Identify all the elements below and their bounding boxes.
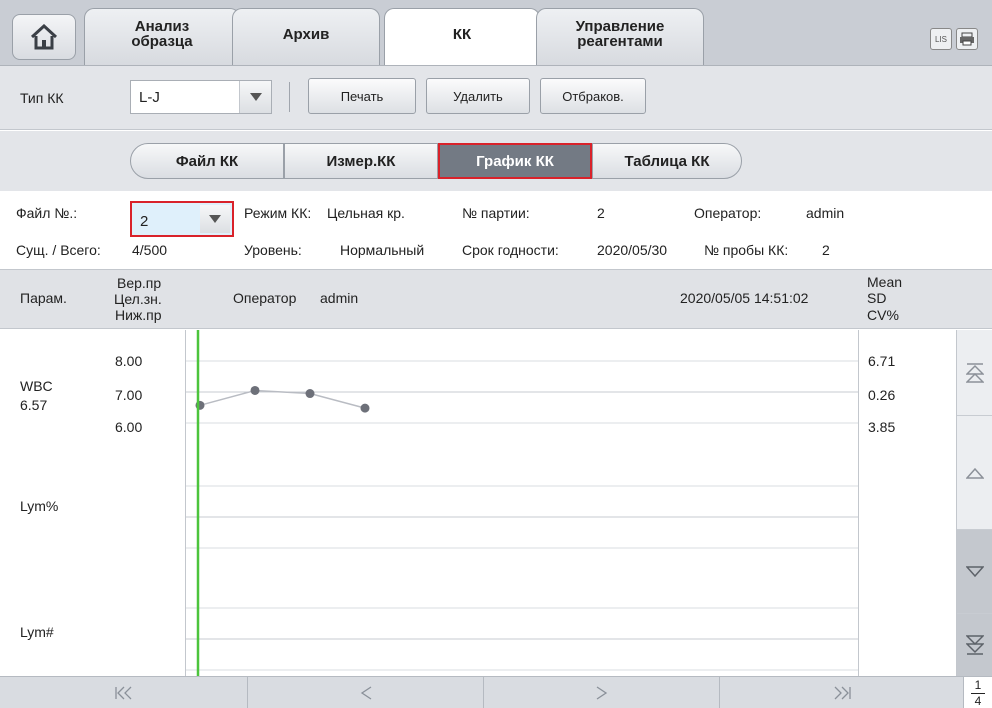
top-tab-bar: Анализ образца Архив КК Управление реагент… bbox=[0, 0, 992, 66]
next-page-icon bbox=[596, 686, 607, 700]
param-value-wbc: 6.57 bbox=[20, 397, 48, 413]
tab-label-2: Архив bbox=[282, 26, 330, 43]
data-point bbox=[305, 389, 315, 399]
prev-page-icon bbox=[360, 686, 371, 700]
mean-wbc: 6.71 bbox=[868, 353, 896, 369]
count-label: Сущ. / Всего: bbox=[16, 242, 101, 258]
tab-qc-graph[interactable]: График КК bbox=[438, 143, 592, 179]
page-total: 4 bbox=[974, 694, 982, 708]
vertical-scroll bbox=[956, 330, 992, 676]
param-name-lym-abs: Lym# bbox=[20, 624, 54, 640]
printer-icon[interactable] bbox=[956, 28, 978, 50]
delete-button[interactable]: Удалить bbox=[426, 78, 530, 114]
target-wbc: 7.00 bbox=[115, 387, 143, 403]
col-mean: Mean bbox=[867, 274, 903, 290]
col-target: Цел.зн. bbox=[114, 291, 162, 307]
expiry-value: 2020/05/30 bbox=[597, 242, 668, 258]
chart-table-header: Парам. Вер.пр Цел.зн. Ниж.пр Оператор ad… bbox=[0, 269, 992, 329]
expiry-label: Срок годности: bbox=[462, 242, 559, 258]
col-lower: Ниж.пр bbox=[115, 307, 162, 323]
scroll-up-button[interactable] bbox=[957, 416, 992, 530]
qc-type-value: L-J bbox=[139, 89, 160, 106]
prev-page-button[interactable] bbox=[248, 677, 484, 708]
bottom-navigation: 1 4 bbox=[0, 676, 992, 708]
cv-wbc: 3.85 bbox=[868, 419, 896, 435]
param-column: WBC 6.57 8.00 7.00 6.00 Lym% Lym# bbox=[0, 330, 186, 676]
tab-qc[interactable]: КК bbox=[384, 8, 540, 65]
level-label: Уровень: bbox=[244, 242, 302, 258]
file-no-label: Файл №.: bbox=[16, 205, 78, 221]
sample-label: № пробы КК: bbox=[704, 242, 789, 258]
divider bbox=[289, 82, 290, 112]
tab-reagent-management[interactable]: Управление реагентами bbox=[536, 8, 704, 65]
print-button[interactable]: Печать bbox=[308, 78, 416, 114]
mode-label: Режим КК: bbox=[244, 205, 312, 221]
col-operator-label: Оператор bbox=[233, 290, 297, 306]
stats-column: 6.71 0.26 3.85 bbox=[858, 330, 956, 676]
next-page-button[interactable] bbox=[484, 677, 720, 708]
qc-type-label: Тип КК bbox=[20, 90, 64, 106]
scroll-up-icon bbox=[966, 467, 984, 479]
tab-label-3: КК bbox=[452, 26, 472, 43]
col-operator-value: admin bbox=[320, 290, 359, 306]
tab-label-4b: реагентами bbox=[577, 33, 663, 50]
tab-archive[interactable]: Архив bbox=[232, 8, 380, 65]
qc-chart-area: WBC 6.57 8.00 7.00 6.00 Lym% Lym# 6.71 0… bbox=[0, 330, 992, 676]
data-point bbox=[250, 385, 260, 395]
data-point bbox=[360, 403, 370, 413]
qc-file-info: Файл №.: 2 Режим КК: Цельная кр. № парти… bbox=[0, 191, 992, 269]
operator-value: admin bbox=[806, 205, 845, 221]
count-value: 4/500 bbox=[132, 242, 168, 258]
lot-label: № партии: bbox=[462, 205, 530, 221]
sample-value: 2 bbox=[822, 242, 830, 258]
tab-sample-analysis[interactable]: Анализ образца bbox=[84, 8, 240, 65]
col-cv: CV% bbox=[867, 307, 899, 323]
page-indicator: 1 4 bbox=[964, 677, 992, 708]
qc-type-select[interactable]: L-J bbox=[130, 80, 272, 114]
level-value: Нормальный bbox=[340, 242, 425, 258]
last-page-icon bbox=[834, 686, 851, 700]
lower-limit-wbc: 6.00 bbox=[115, 419, 143, 435]
col-param: Парам. bbox=[20, 290, 67, 306]
scroll-top-button[interactable] bbox=[957, 330, 992, 416]
upper-limit-wbc: 8.00 bbox=[115, 353, 143, 369]
last-page-button[interactable] bbox=[720, 677, 964, 708]
mode-value: Цельная кр. bbox=[327, 205, 405, 221]
home-button[interactable] bbox=[12, 14, 76, 60]
lj-plot bbox=[186, 330, 858, 676]
param-name-lym-pct: Lym% bbox=[20, 498, 59, 514]
lis-icon[interactable]: LIS bbox=[930, 28, 952, 50]
operator-label: Оператор: bbox=[694, 205, 762, 221]
file-no-value: 2 bbox=[140, 213, 149, 230]
first-page-icon bbox=[114, 686, 131, 700]
tab-qc-measure[interactable]: Измер.КК bbox=[284, 143, 438, 179]
col-sd: SD bbox=[867, 290, 887, 306]
col-datetime: 2020/05/05 14:51:02 bbox=[680, 290, 809, 306]
tab-qc-file[interactable]: Файл КК bbox=[130, 143, 284, 179]
scroll-to-top-icon bbox=[966, 362, 984, 383]
first-page-button[interactable] bbox=[0, 677, 248, 708]
tab-label-4a: Управление bbox=[575, 18, 665, 35]
reject-button[interactable]: Отбраков. bbox=[540, 78, 646, 114]
lis-icon-label: LIS bbox=[934, 34, 947, 44]
tab-label-1a: Анализ bbox=[134, 18, 190, 35]
tab-label-1b: образца bbox=[131, 33, 193, 50]
qc-subtabs: Файл КК Измер.КК График КК Таблица КК bbox=[0, 131, 992, 191]
qc-toolbar: Тип КК L-J Печать Удалить Отбраков. bbox=[0, 66, 992, 130]
tab-qc-table[interactable]: Таблица КК bbox=[592, 143, 742, 179]
series-line-wbc bbox=[199, 389, 366, 409]
chevron-down-icon[interactable] bbox=[200, 205, 230, 233]
scroll-down-button[interactable] bbox=[957, 530, 992, 614]
param-name-wbc: WBC bbox=[20, 378, 53, 394]
page-current: 1 bbox=[974, 678, 982, 692]
file-no-select[interactable]: 2 bbox=[130, 201, 234, 237]
lot-value: 2 bbox=[597, 205, 605, 221]
scroll-to-bottom-icon bbox=[966, 635, 984, 655]
home-icon bbox=[30, 24, 58, 50]
col-upper: Вер.пр bbox=[117, 275, 162, 291]
sd-wbc: 0.26 bbox=[868, 387, 896, 403]
chevron-down-icon[interactable] bbox=[239, 81, 271, 113]
scroll-down-icon bbox=[966, 565, 984, 577]
scroll-bottom-button[interactable] bbox=[957, 614, 992, 676]
